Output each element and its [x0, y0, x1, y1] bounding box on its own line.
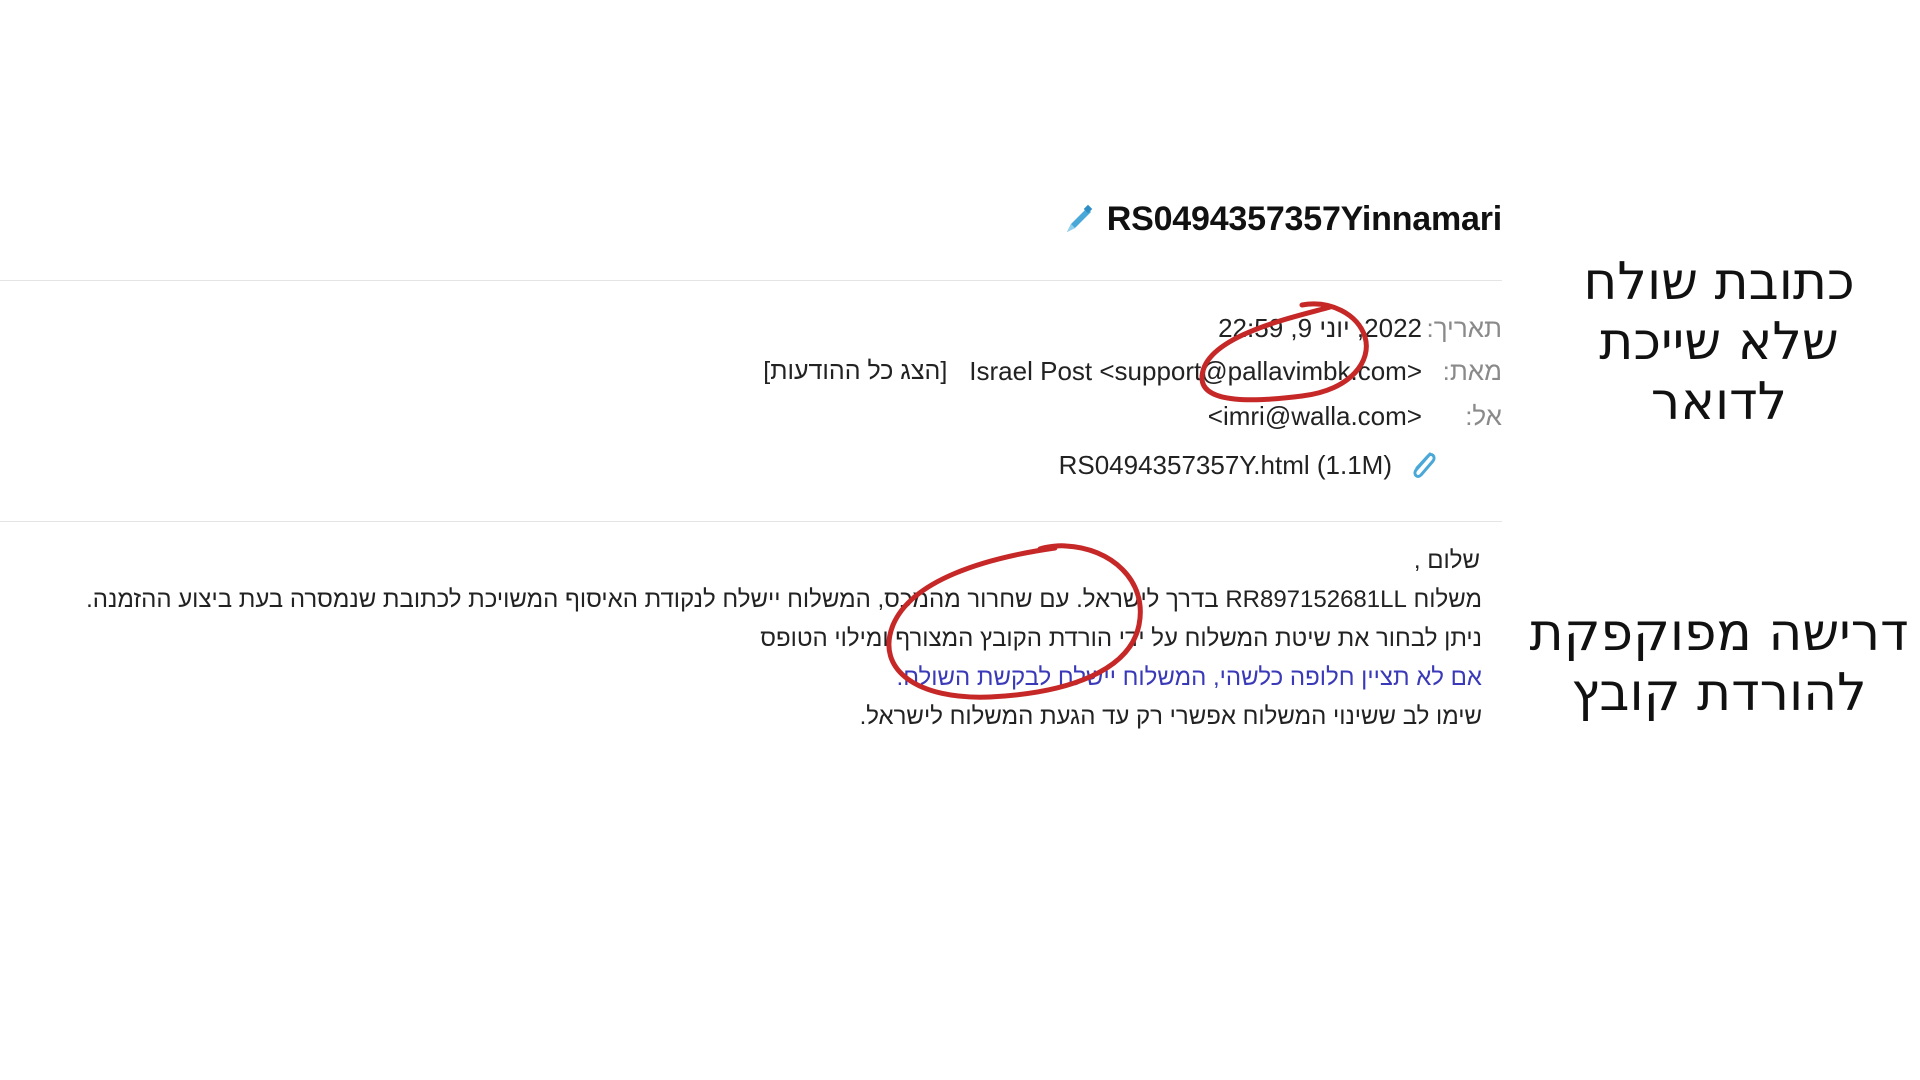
to-label: אל:	[1465, 400, 1502, 431]
header-date-row: תאריך: 2022, יוני 9, 22:59	[1218, 310, 1502, 346]
body-line-3: אם לא תציין חלופה כלשהי, המשלוח יישלח לב…	[896, 664, 1482, 691]
paperclip-icon	[1406, 446, 1440, 484]
from-wrap: Israel Post <support@pallavimbk.com> [הצ…	[763, 356, 1422, 387]
screenshot-canvas: RS0494357357Yinnamari תאריך: 2022, יוני …	[0, 0, 1920, 1080]
date-value: 2022, יוני 9, 22:59	[1218, 312, 1422, 343]
header-to-row: אל: <imri@walla.com>	[1208, 398, 1502, 434]
from-label: מאת:	[1442, 355, 1502, 386]
body-line-4: שימו לב ששינוי המשלוח אפשרי רק עד הגעת ה…	[859, 703, 1482, 730]
to-value[interactable]: <imri@walla.com>	[1208, 401, 1422, 432]
header-divider-top	[0, 280, 1502, 281]
attachment-row[interactable]: RS0494357357Y.html (1.1M)	[1059, 446, 1440, 484]
from-value[interactable]: Israel Post <support@pallavimbk.com>	[969, 356, 1422, 387]
date-label: תאריך:	[1426, 312, 1502, 343]
body-line-1: משלוח RR897152681LL בדרך לישראל. עם שחרו…	[86, 586, 1482, 613]
annotation-circles	[886, 301, 1369, 700]
email-subject: RS0494357357Yinnamari	[1106, 200, 1502, 238]
sender-address-note: כתובת שולח שלא שייכת לדואר	[1583, 252, 1855, 432]
attachment-name[interactable]: RS0494357357Y.html (1.1M)	[1059, 450, 1392, 481]
show-all-messages-link[interactable]: [הצג כל ההודעות]	[763, 357, 947, 386]
body-line-2: ניתן לבחור את שיטת המשלוח על ידי הורדת ה…	[760, 625, 1482, 652]
pencil-icon[interactable]	[1061, 202, 1097, 238]
header-divider-bottom	[0, 521, 1502, 522]
download-request-note: דרישה מפוקפקת להורדת קובץ	[1529, 603, 1909, 723]
header-from-row: מאת: Israel Post <support@pallavimbk.com…	[763, 353, 1502, 389]
body-greeting: שלום ,	[1413, 547, 1480, 574]
email-subject-row: RS0494357357Yinnamari	[1061, 200, 1502, 239]
